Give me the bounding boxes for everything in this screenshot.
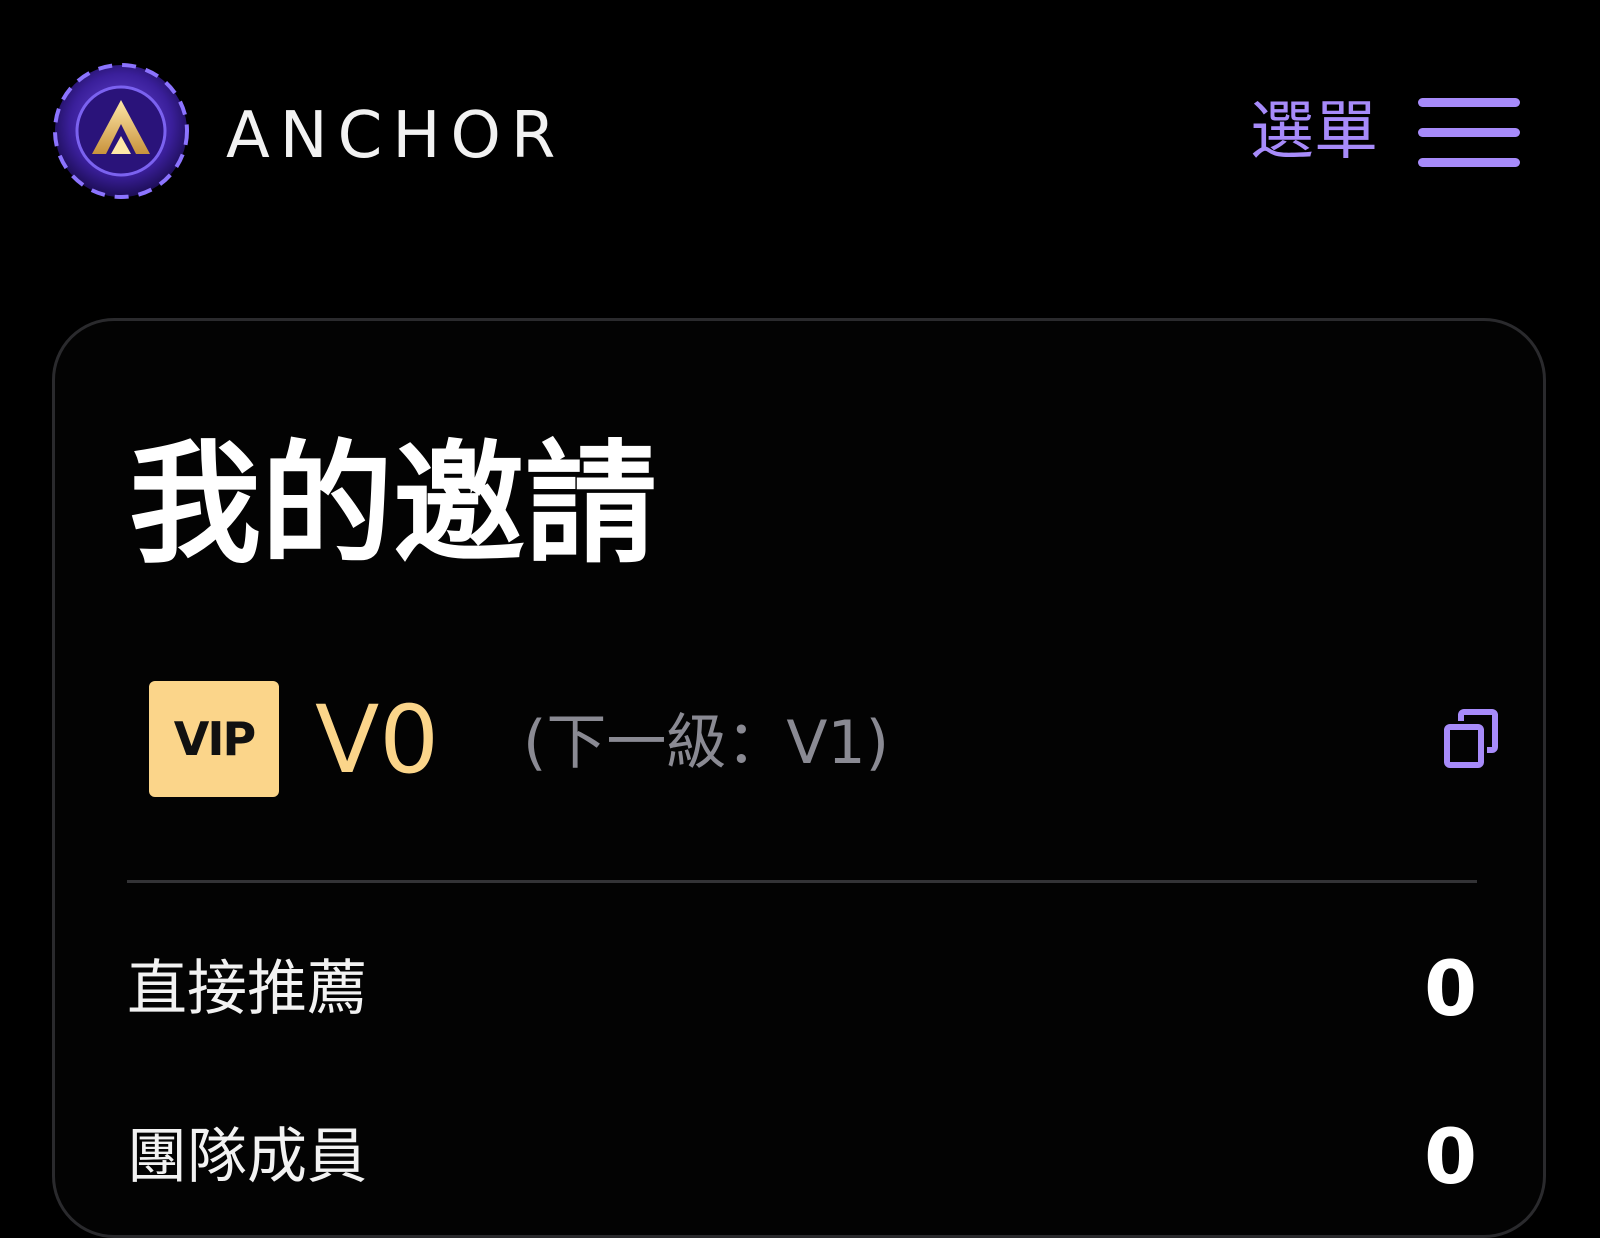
stat-label: 團隊成員 xyxy=(127,1122,367,1192)
copy-icon[interactable] xyxy=(1443,709,1499,769)
menu-button[interactable]: 選單 xyxy=(1250,84,1550,180)
vip-current-level: V0 xyxy=(315,686,440,795)
brand-name: ANCHOR xyxy=(226,99,566,173)
hamburger-icon[interactable] xyxy=(1418,92,1520,172)
anchor-logo-icon[interactable] xyxy=(52,62,190,200)
stat-row-direct-referrals: 直接推薦 0 xyxy=(127,939,1477,1039)
vip-badge: VIP xyxy=(149,681,279,797)
page-title: 我的邀請 xyxy=(129,428,657,582)
stat-value: 0 xyxy=(1424,1112,1477,1201)
stat-label: 直接推薦 xyxy=(127,954,367,1024)
vip-level-row: VIP V0 (下一級：V1) xyxy=(149,681,1498,801)
stat-value: 0 xyxy=(1424,944,1477,1033)
menu-label: 選單 xyxy=(1250,95,1378,169)
stat-row-team-members: 團隊成員 0 xyxy=(127,1107,1477,1207)
invitation-card: 我的邀請 VIP V0 (下一級：V1) 直接推薦 0 團隊成員 0 xyxy=(52,318,1546,1238)
divider xyxy=(127,880,1477,883)
app-header: ANCHOR 選單 xyxy=(0,0,1600,260)
vip-next-level: (下一級：V1) xyxy=(523,708,890,778)
